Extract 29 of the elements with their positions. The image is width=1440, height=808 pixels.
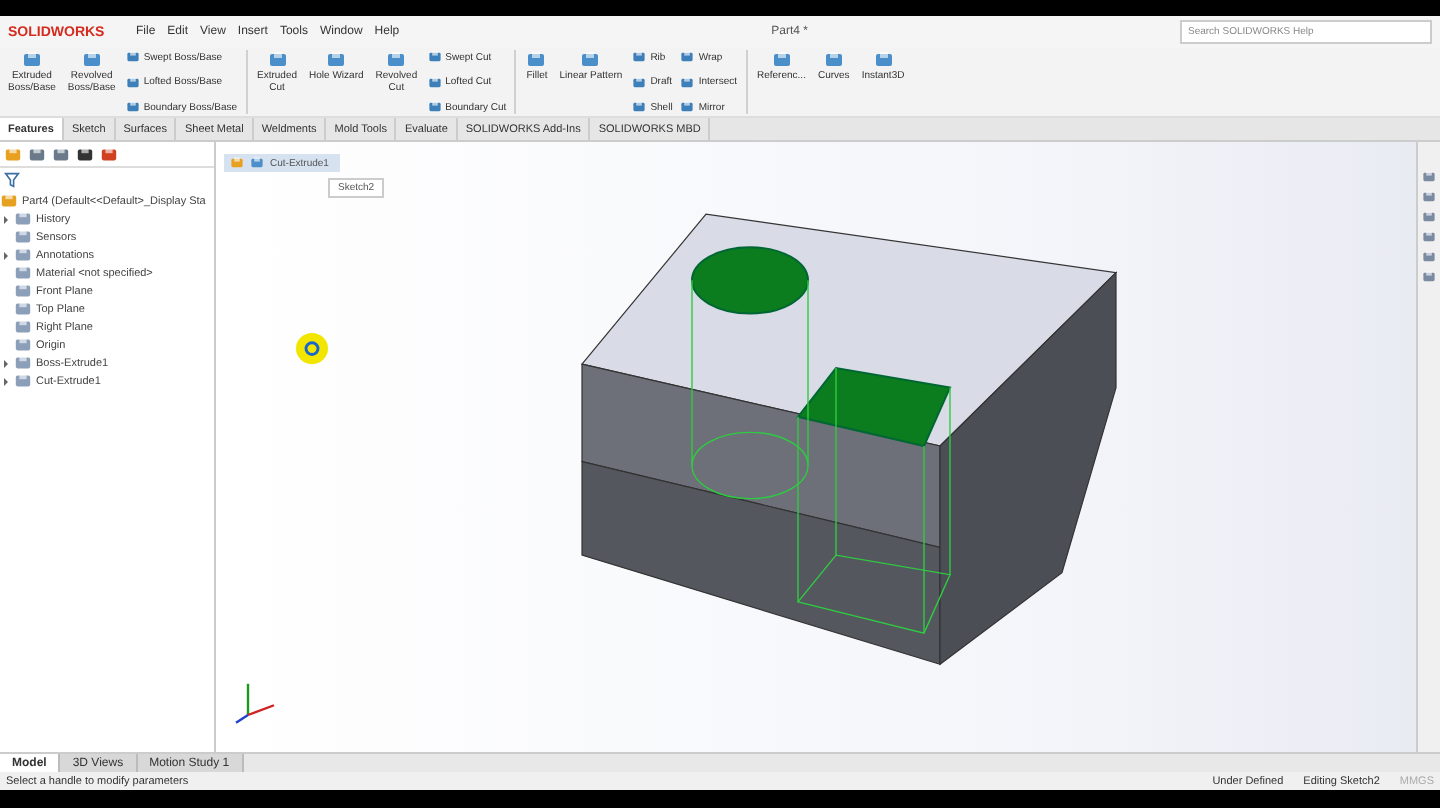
part-icon (230, 156, 244, 170)
feature-icon (427, 75, 442, 89)
feature-icon (680, 75, 695, 89)
feature-icon (14, 210, 32, 228)
expand-arrow-icon[interactable] (1, 359, 9, 367)
feature-icon (14, 336, 32, 354)
feature-icon (14, 264, 32, 282)
expand-arrow-icon[interactable] (1, 251, 9, 259)
task-pane-icon (1422, 270, 1436, 284)
feature-icon (14, 318, 32, 336)
task-pane-icon (1422, 250, 1436, 264)
feature-icon (14, 372, 32, 390)
feature-icon (250, 156, 264, 170)
feature-icon (14, 300, 32, 318)
feature-icon (125, 75, 140, 89)
feature-icon (14, 354, 32, 372)
feature-icon (14, 282, 32, 300)
task-pane-icon (1422, 170, 1436, 184)
axis-triad-icon (235, 683, 275, 724)
task-pane-icon (1422, 230, 1436, 244)
cursor-marker-icon (296, 333, 328, 365)
filter-icon[interactable] (4, 172, 20, 188)
task-pane-icon (1422, 190, 1436, 204)
feature-icon (14, 228, 32, 246)
expand-arrow-icon[interactable] (1, 377, 9, 385)
expand-arrow-icon[interactable] (1, 215, 9, 223)
feature-icon (14, 246, 32, 264)
task-pane-icon (1422, 210, 1436, 224)
feature-icon (632, 75, 647, 89)
